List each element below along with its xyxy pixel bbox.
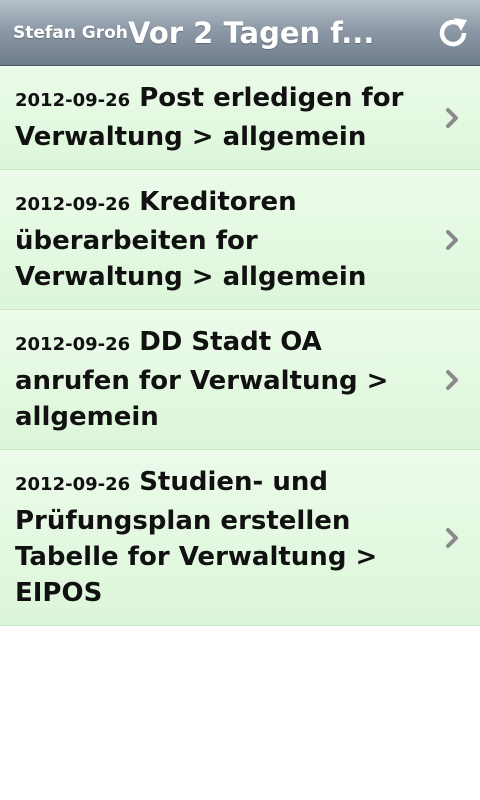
refresh-icon	[439, 18, 467, 47]
task-row[interactable]: 2012-09-26 Post erledigen for Verwaltung…	[0, 66, 480, 170]
user-name: Stefan Groh	[13, 23, 128, 43]
action-bar: Stefan Groh Vor 2 Tagen f...	[0, 0, 480, 66]
task-date: 2012-09-26	[15, 474, 131, 495]
task-list: 2012-09-26 Post erledigen for Verwaltung…	[0, 66, 480, 626]
task-text: 2012-09-26 DD Stadt OA anrufen for Verwa…	[15, 324, 432, 435]
task-row[interactable]: 2012-09-26 Studien- und Prüfungsplan ers…	[0, 450, 480, 626]
task-date: 2012-09-26	[15, 90, 131, 111]
chevron-right-icon	[444, 106, 460, 130]
chevron-right-icon	[444, 368, 460, 392]
refresh-button[interactable]	[434, 14, 472, 52]
task-text: 2012-09-26 Post erledigen for Verwaltung…	[15, 80, 432, 155]
task-date: 2012-09-26	[15, 334, 131, 355]
task-row[interactable]: 2012-09-26 Kreditoren überarbeiten for V…	[0, 170, 480, 310]
task-row[interactable]: 2012-09-26 DD Stadt OA anrufen for Verwa…	[0, 310, 480, 450]
page-title: Vor 2 Tagen f...	[128, 16, 375, 50]
task-date: 2012-09-26	[15, 194, 131, 215]
chevron-right-icon	[444, 526, 460, 550]
task-text: 2012-09-26 Kreditoren überarbeiten for V…	[15, 184, 432, 295]
task-text: 2012-09-26 Studien- und Prüfungsplan ers…	[15, 464, 432, 611]
chevron-right-icon	[444, 228, 460, 252]
